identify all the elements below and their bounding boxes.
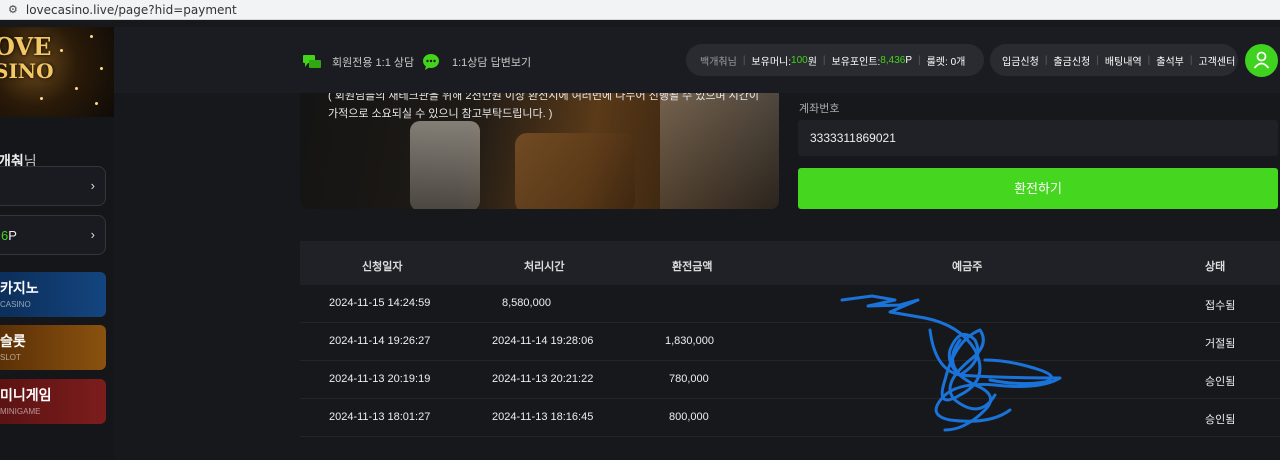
row-date: 2024-11-15 14:24:59 — [329, 297, 431, 309]
casino-title: 카지노 — [0, 280, 39, 296]
user-avatar[interactable] — [1245, 44, 1278, 77]
speech-bubble-icon — [423, 54, 439, 70]
points-unit: P — [905, 54, 912, 66]
reply-link[interactable]: 1:1상담 답변보기 — [422, 53, 531, 71]
row-status: 거절됨 — [1205, 338, 1236, 350]
row-amount: 780,000 — [669, 373, 709, 385]
row-processed: 2024-11-14 19:28:06 — [492, 335, 594, 347]
chat-bubbles-icon — [303, 55, 321, 68]
menu-support[interactable]: 고객센터 — [1198, 53, 1235, 68]
address-bar[interactable]: ⚙ lovecasino.live/page?hid=payment — [0, 0, 1280, 20]
reply-label: 1:1상담 답변보기 — [452, 57, 532, 69]
minigame-subtitle: MINIGAME — [0, 407, 41, 416]
header-user-tag: 백개춰님 — [700, 56, 737, 68]
money-value: 100 — [791, 54, 808, 66]
notice-line1: ( 회원님들의 재테크관을 위해 2천만원 이상 환전시에 여러번에 나누어 진… — [328, 93, 760, 102]
money-label: 보유머니: — [751, 56, 792, 68]
points-label: 보유포인트: — [831, 56, 881, 68]
site-logo[interactable]: OVE SINO — [0, 27, 114, 117]
logo-line1: OVE — [0, 32, 52, 61]
notice-line2: 가적으로 소요되실 수 있으니 참고부탁드립니다. ) — [328, 108, 553, 120]
banner-decoration — [515, 133, 635, 209]
slot-subtitle: SLOT — [0, 353, 21, 362]
menu-attendance[interactable]: 출석부 — [1156, 53, 1184, 68]
points-value: 8,436 — [880, 54, 906, 66]
withdraw-history-table: 신청일자 처리시간 환전금액 예금주 상태 2024-11-15 14:24:5… — [300, 241, 1280, 437]
account-label: 계좌번호 — [799, 103, 840, 115]
sidebar-points-box[interactable]: 6P › — [0, 215, 106, 255]
chevron-right-icon: › — [90, 178, 95, 193]
notice-banner: ( 회원님들의 재테크관을 위해 2천만원 이상 환전시에 여러번에 나누어 진… — [300, 93, 779, 209]
url-text[interactable]: lovecasino.live/page?hid=payment — [26, 3, 237, 17]
chat-label: 회원전용 1:1 상담 — [332, 57, 415, 69]
slot-title: 슬롯 — [0, 333, 26, 349]
col-date: 신청일자 — [362, 261, 403, 273]
row-amount: 800,000 — [669, 411, 709, 423]
menu-bet-history[interactable]: 배팅내역 — [1105, 53, 1142, 68]
col-holder: 예금주 — [952, 261, 983, 273]
notice-text: ( 회원님들의 재테크관을 위해 2천만원 이상 환전시에 여러번에 나누어 진… — [328, 93, 768, 123]
main-content: ( 회원님들의 재테크관을 위해 2천만원 이상 환전시에 여러번에 나누어 진… — [114, 93, 1280, 460]
user-icon — [1253, 51, 1270, 69]
row-status: 승인됨 — [1205, 376, 1236, 388]
minigame-title: 미니게임 — [0, 387, 52, 403]
money-unit: 원 — [807, 56, 817, 68]
sidebar-item-slot[interactable]: 슬롯 SLOT — [0, 325, 106, 370]
row-amount: 8,580,000 — [502, 297, 551, 309]
sidebar-money-box[interactable]: › — [0, 166, 106, 206]
sidebar-item-minigame[interactable]: 미니게임 MINIGAME — [0, 379, 106, 424]
menu-withdraw[interactable]: 출금신청 — [1053, 53, 1090, 68]
table-row: 2024-11-14 19:26:27 2024-11-14 19:28:06 … — [300, 323, 1280, 361]
row-status: 승인됨 — [1205, 414, 1236, 426]
site-settings-icon[interactable]: ⚙ — [8, 3, 18, 16]
table-row: 2024-11-15 14:24:59 8,580,000 접수됨 — [300, 285, 1280, 323]
sidebar: OVE SINO 개춰님 수정 › 6P › 카지노 CASINO 슬롯 SLO… — [0, 27, 114, 460]
sidebar-points-value: 6 — [1, 227, 9, 243]
col-status: 상태 — [1205, 261, 1226, 273]
menu-deposit[interactable]: 입금신청 — [1002, 53, 1039, 68]
table-header: 신청일자 처리시간 환전금액 예금주 상태 — [300, 241, 1280, 285]
sidebar-points-unit: P — [8, 227, 17, 243]
withdraw-button[interactable]: 환전하기 — [798, 168, 1278, 209]
row-processed: 2024-11-13 20:21:22 — [492, 373, 594, 385]
chevron-right-icon: › — [90, 227, 95, 242]
top-header: 회원전용 1:1 상담 1:1상담 답변보기 백개춰님 | 보유머니: 100 원… — [114, 27, 1280, 93]
row-date: 2024-11-13 20:19:19 — [329, 373, 431, 385]
col-processed: 처리시간 — [524, 261, 565, 273]
col-amount: 환전금액 — [672, 261, 713, 273]
account-number-field[interactable]: 3333311869021 — [798, 120, 1278, 156]
balance-pill: 백개춰님 | 보유머니: 100 원 | 보유포인트: 8,436 P | 룰렛: … — [686, 44, 984, 76]
roulette-count: 룰렛: 0개 — [926, 56, 966, 68]
table-row: 2024-11-13 18:01:27 2024-11-13 18:16:45 … — [300, 399, 1280, 437]
row-date: 2024-11-13 18:01:27 — [329, 411, 431, 423]
casino-subtitle: CASINO — [0, 300, 31, 309]
row-processed: 2024-11-13 18:16:45 — [492, 411, 594, 423]
row-status: 접수됨 — [1205, 300, 1236, 312]
banner-decoration — [410, 121, 480, 209]
table-row: 2024-11-13 20:19:19 2024-11-13 20:21:22 … — [300, 361, 1280, 399]
logo-text: OVE SINO — [0, 32, 54, 84]
chat-link[interactable]: 회원전용 1:1 상담 — [302, 53, 414, 71]
logo-line2: SINO — [0, 59, 54, 83]
row-date: 2024-11-14 19:26:27 — [329, 335, 431, 347]
sidebar-item-casino[interactable]: 카지노 CASINO — [0, 272, 106, 317]
menu-pill: 입금신청 | 출금신청 | 배팅내역 | 출석부 | 고객센터 — [990, 44, 1238, 76]
row-amount: 1,830,000 — [665, 335, 714, 347]
